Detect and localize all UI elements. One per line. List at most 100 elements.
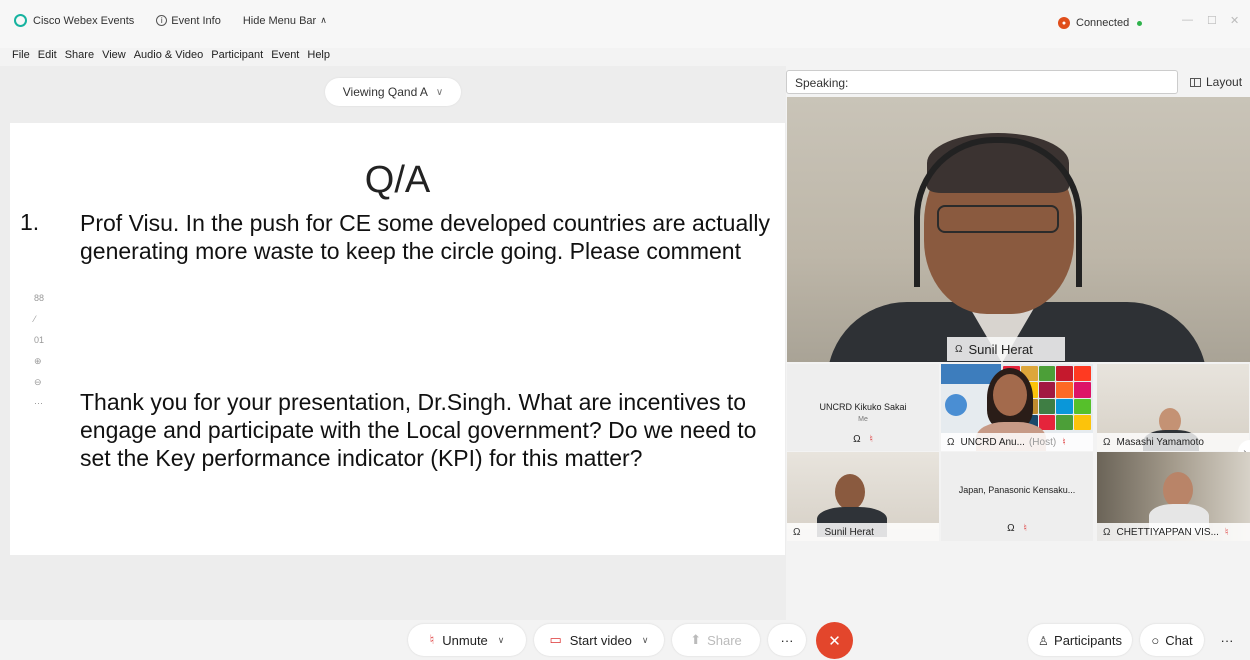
question-1-text: Prof Visu. In the push for CE some devel… [80, 210, 770, 264]
page-icon[interactable]: 01 [34, 335, 44, 356]
unmute-button[interactable]: ♮ Unmute ∨ [408, 624, 526, 656]
layout-label: Layout [1206, 75, 1243, 89]
hide-menu-bar-button[interactable]: Hide Menu Bar ∧ [243, 15, 327, 27]
panel-more-button[interactable]: ··· [1210, 624, 1244, 656]
headset-icon: Ω [947, 436, 955, 448]
speaker-headset [914, 137, 1082, 287]
headset-icon: Ω [1007, 523, 1015, 534]
menu-help[interactable]: Help [307, 49, 330, 61]
start-video-label: Start video [569, 632, 632, 648]
participant-name: Japan, Panasonic Kensaku... [958, 485, 1076, 495]
connection-status[interactable]: ● Connected [1058, 17, 1143, 29]
more-icon: ··· [1220, 632, 1234, 648]
layout-button[interactable]: Layout [1190, 75, 1242, 89]
question-number: 1. [20, 209, 40, 235]
chat-icon: ○ [1151, 632, 1160, 648]
participant-name: UNCRD Kikuko Sakai [819, 402, 907, 412]
participant-name: Masashi Yamamoto [1116, 436, 1204, 448]
muted-mic-icon: ♮ [1023, 523, 1027, 534]
participant-name-bar: Ω UNCRD Anu... (Host) ♮ [941, 433, 1093, 451]
unmute-label: Unmute [442, 632, 488, 648]
zoom-out-icon[interactable]: ⊖ [34, 377, 44, 398]
content-stage: Viewing Qand A ∨ Q/A 1. Prof Visu. In th… [0, 66, 786, 620]
headset-icon: Ω [1103, 436, 1111, 448]
viewing-label: Viewing Qand A [342, 85, 428, 99]
participant-status: Ω ♮ [941, 523, 1093, 534]
zoom-in-icon[interactable]: ⊕ [34, 356, 44, 377]
minimize-icon[interactable]: — [1182, 14, 1193, 26]
leave-meeting-button[interactable]: ✕ [816, 622, 853, 659]
question-2-text: Thank you for your presentation, Dr.Sing… [80, 389, 757, 471]
connection-icon: ● [1058, 17, 1070, 29]
participant-tile[interactable]: Ω CHETTIYAPPAN VIS... ♮ [1097, 452, 1250, 541]
participant-me-tag: Me [858, 416, 868, 423]
headset-icon: Ω [793, 526, 801, 538]
fit-icon[interactable]: ⋯ [34, 398, 44, 419]
headset-icon: Ω [955, 343, 963, 355]
chat-button[interactable]: ○ Chat [1140, 624, 1204, 656]
chevron-down-icon: ∨ [497, 634, 505, 645]
participant-tile[interactable]: Japan, Panasonic Kensaku... Ω ♮ [941, 452, 1093, 541]
speaking-label: Speaking: [795, 76, 849, 90]
headset-icon: Ω [853, 434, 861, 445]
participants-button[interactable]: ♙ Participants [1028, 624, 1132, 656]
pen-icon[interactable]: ⁄ [34, 314, 44, 335]
start-video-button[interactable]: ▭ Start video ∨ [534, 624, 664, 656]
connection-label: Connected [1076, 17, 1130, 29]
more-icon: ··· [780, 632, 794, 648]
active-speaker-video[interactable]: Ω Sunil Herat [787, 97, 1250, 362]
muted-mic-icon: ♮ [1224, 526, 1229, 538]
video-off-icon: ▭ [549, 632, 562, 647]
participants-label: Participants [1054, 632, 1122, 648]
share-label: Share [707, 632, 742, 648]
participant-status: Ω ♮ [787, 434, 939, 445]
menu-view[interactable]: View [102, 49, 126, 61]
menu-edit[interactable]: Edit [38, 49, 57, 61]
maximize-icon[interactable]: ☐ [1207, 14, 1217, 27]
participant-face [835, 474, 865, 510]
layout-icon [1190, 77, 1201, 87]
menu-share[interactable]: Share [65, 49, 94, 61]
thumbnails-icon[interactable]: 88 [34, 293, 44, 314]
close-icon[interactable]: ✕ [1230, 14, 1239, 27]
participant-name-bar: Ω CHETTIYAPPAN VIS... ♮ [1097, 523, 1250, 541]
un-logo-icon [945, 394, 967, 416]
participant-name: CHETTIYAPPAN VIS... [1116, 526, 1219, 538]
participant-tile[interactable]: UNCRD Kikuko Sakai Me Ω ♮ [787, 364, 939, 451]
participant-tile[interactable]: Ω UNCRD Anu... (Host) ♮ [941, 364, 1093, 451]
participant-face [993, 374, 1027, 416]
shared-slide: Q/A 1. Prof Visu. In the push for CE som… [10, 123, 785, 555]
participant-tile[interactable]: Ω Masashi Yamamoto [1097, 364, 1249, 451]
menu-event[interactable]: Event [271, 49, 299, 61]
participant-name: Sunil Herat [824, 526, 874, 538]
more-options-button[interactable]: ··· [768, 624, 806, 656]
event-info-label: Event Info [171, 14, 221, 27]
chevron-down-icon: ∨ [435, 86, 444, 98]
muted-mic-icon: ♮ [869, 434, 873, 445]
chevron-up-icon: ∧ [320, 15, 327, 25]
hide-menu-label: Hide Menu Bar [242, 14, 317, 27]
chevron-down-icon: ∨ [641, 634, 649, 645]
viewing-dropdown[interactable]: Viewing Qand A ∨ [325, 78, 461, 106]
muted-mic-icon: ♮ [1062, 436, 1066, 448]
participant-tile[interactable]: Ω Sunil Herat [787, 452, 939, 541]
host-tag: (Host) [1028, 436, 1057, 448]
headset-icon: Ω [1103, 526, 1111, 538]
menu-file[interactable]: File [12, 49, 30, 61]
menu-bar: File Edit Share View Audio & Video Parti… [0, 44, 1250, 66]
slide-title: Q/A [364, 159, 431, 201]
menu-participant[interactable]: Participant [211, 49, 263, 61]
event-info-button[interactable]: i Event Info [156, 15, 221, 27]
chat-label: Chat [1165, 632, 1193, 648]
app-title[interactable]: Cisco Webex Events [14, 14, 134, 27]
share-icon: ⬆ [690, 632, 702, 647]
menu-audio-video[interactable]: Audio & Video [134, 49, 204, 61]
share-button[interactable]: ⬆ Share [672, 624, 760, 656]
status-dot-icon [1137, 20, 1143, 26]
speaking-indicator: Speaking: [786, 70, 1178, 94]
meeting-controls: ♮ Unmute ∨ ▭ Start video ∨ ⬆ Share ··· ✕… [0, 620, 1250, 660]
participants-icon: ♙ [1038, 634, 1049, 648]
participant-face [1163, 472, 1193, 508]
active-speaker-name: Ω Sunil Herat [947, 337, 1065, 361]
title-bar: Cisco Webex Events i Event Info Hide Men… [0, 0, 1250, 48]
